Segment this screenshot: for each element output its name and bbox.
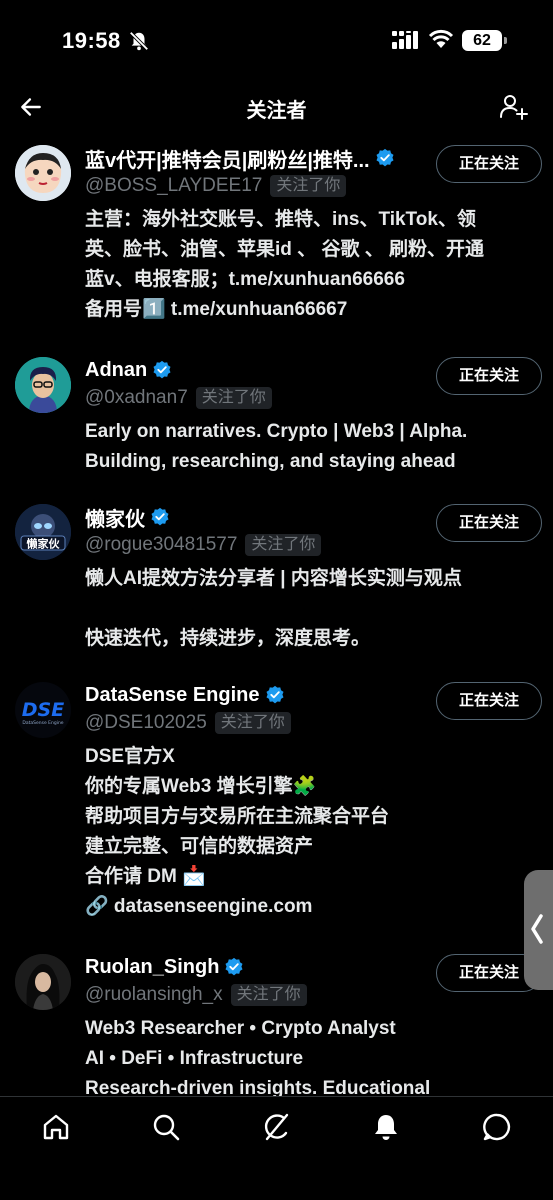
avatar-text: 懒家伙 [27,537,61,551]
avatar[interactable] [15,145,71,201]
bio-line: 快速迭代，持续进步，深度思考。 [85,628,371,649]
user-bio: 懒人AI提效方法分享者 | 内容增长实测与观点 快速迭代，持续进步，深度思考。 [85,564,540,654]
user-handle: @0xadnan7 [85,387,188,408]
following-button[interactable]: 正在关注 [436,682,542,720]
page-header: 关注者 [0,80,553,132]
handle-line: @ruolansingh_x 关注了你 [85,983,307,1007]
name-line: 懒家伙 [85,503,170,532]
avatar-subtext: DataSense Engine [22,720,63,726]
handle-line: @BOSS_LAYDEE17 关注了你 [85,174,347,198]
bio-line: 懒人AI提效方法分享者 | 内容增长实测与观点 [85,568,462,589]
follows-you-badge: 关注了你 [230,984,307,1006]
home-icon[interactable] [40,1111,72,1143]
follows-you-badge: 关注了你 [270,175,347,197]
add-user-icon[interactable] [499,92,529,122]
bio-line: 帮助项目方与交易所在主流聚合平台 [85,806,390,827]
user-name[interactable]: 蓝v代开|推特会员|刷粉丝|推特... [85,144,370,173]
avatar-image [15,145,71,201]
follows-you-badge: 关注了你 [214,712,291,734]
handle-line: @DSE102025 关注了你 [85,711,291,735]
bio-line: Building, researching, and staying ahead [85,451,456,472]
user-bio: Web3 Researcher • Crypto Analyst AI • De… [85,1014,540,1104]
bio-line[interactable]: 备用号1️⃣ t.me/xunhuan66667 [85,295,540,325]
bell-icon[interactable] [370,1111,402,1143]
bio-line: 主营：海外社交账号、推特、ins、TikTok、领 [85,209,476,230]
verified-icon [225,957,243,976]
user-handle: @ruolansingh_x [85,984,223,1005]
search-icon[interactable] [150,1111,182,1143]
name-line: Adnan [85,357,172,383]
bio-line: 合作请 DM 📩 [85,866,206,887]
user-name[interactable]: Adnan [85,359,147,382]
user-name[interactable]: 懒家伙 [85,503,145,532]
follows-you-badge: 关注了你 [245,534,322,556]
signal-icon [392,31,418,49]
avatar[interactable] [15,357,71,413]
verified-icon [376,148,394,167]
following-button[interactable]: 正在关注 [436,504,542,542]
mute-bell-icon [129,31,149,51]
bio-line: AI • DeFi • Infrastructure [85,1048,304,1069]
bio-line: 建立完整、可信的数据资产 [85,836,314,857]
avatar[interactable] [15,954,71,1010]
name-line: DataSense Engine [85,682,285,708]
bio-line: 英、脸书、油管、苹果id 、 谷歌 、 刷粉、开通 [85,239,485,260]
bio-link[interactable]: 🔗 datasenseengine.com [85,892,540,922]
verified-icon [266,685,284,704]
handle-line: @0xadnan7 关注了你 [85,386,272,410]
bottom-navigation [0,1096,553,1200]
bio-line: 你的专属Web3 增长引擎🧩 [85,776,317,797]
user-handle: @rogue30481577 [85,534,238,555]
avatar-image: DSE DataSense Engine [15,682,71,738]
bio-line: DSE官方X [85,746,175,767]
user-name[interactable]: DataSense Engine [85,684,260,707]
user-bio: DSE官方X 你的专属Web3 增长引擎🧩 帮助项目方与交易所在主流聚合平台 建… [85,742,540,922]
grok-icon[interactable] [260,1111,292,1143]
status-bar: 19:58 62 [0,0,553,80]
bio-line: Web3 Researcher • Crypto Analyst [85,1018,396,1039]
name-line: 蓝v代开|推特会员|刷粉丝|推特... [85,144,395,173]
user-bio: Early on narratives. Crypto | Web3 | Alp… [85,417,540,477]
avatar-image [15,954,71,1010]
wifi-icon [428,29,454,48]
bio-line[interactable]: 蓝v、电报客服；t.me/xunhuan66666 [85,265,540,295]
avatar[interactable]: DSE DataSense Engine [15,682,71,738]
avatar-image: 懒家伙 [15,504,71,560]
avatar-text: DSE [22,699,64,721]
user-bio: 主营：海外社交账号、推特、ins、TikTok、领 英、脸书、油管、苹果id 、… [85,205,540,325]
side-panel-handle[interactable] [524,870,553,990]
avatar[interactable]: 懒家伙 [15,504,71,560]
handle-line: @rogue30481577 关注了你 [85,533,322,557]
messages-icon[interactable] [481,1111,513,1143]
following-button[interactable]: 正在关注 [436,145,542,183]
page-title: 关注者 [246,100,307,122]
bio-line: Early on narratives. Crypto | Web3 | Alp… [85,421,468,442]
following-button[interactable]: 正在关注 [436,357,542,395]
user-handle: @BOSS_LAYDEE17 [85,175,263,196]
verified-icon [151,507,169,526]
chevron-left-icon [531,914,543,944]
follows-you-badge: 关注了你 [195,387,272,409]
bio-blank-line [85,594,540,624]
name-line: Ruolan_Singh [85,954,244,980]
battery-indicator: 62 [462,30,507,51]
user-name[interactable]: Ruolan_Singh [85,956,219,979]
avatar-image [15,357,71,413]
status-time: 19:58 [62,28,121,53]
verified-icon [153,360,171,379]
user-handle: @DSE102025 [85,712,207,733]
